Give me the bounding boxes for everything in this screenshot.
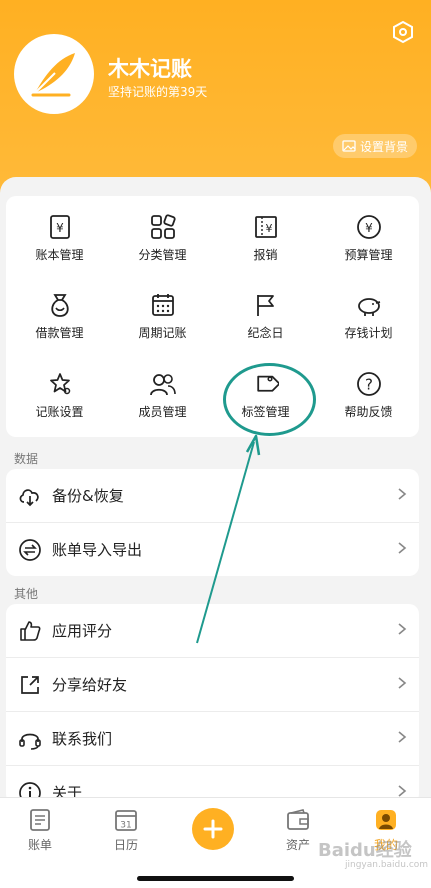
watermark: Baidu经验	[318, 840, 412, 861]
calendar-day: 31	[120, 821, 131, 831]
grid-label: 存钱计划	[344, 326, 393, 340]
feature-grid: ¥ 账本管理 分类管理 ¥ 报销 ¥ 预算管理 借款管理 周期记账 纪念日 存钱…	[6, 196, 419, 437]
ledger-icon: ¥	[49, 215, 70, 239]
tab-label: 账单	[27, 838, 52, 852]
grid-label: 帮助反馈	[344, 405, 393, 419]
list-item-backup[interactable]: 备份&恢复	[6, 469, 419, 523]
list-item-label: 联系我们	[52, 730, 113, 748]
image-icon	[342, 140, 356, 152]
add-record-button[interactable]	[192, 808, 234, 850]
svg-text:¥: ¥	[365, 221, 373, 235]
reimburse-icon: ¥	[254, 216, 277, 238]
highlight-circle	[223, 363, 316, 436]
streak-subtitle: 坚持记账的第39天	[108, 85, 208, 99]
list-item-share[interactable]: 分享给好友	[6, 658, 419, 712]
share-icon	[21, 675, 39, 694]
plus-icon	[203, 819, 223, 839]
flag-icon	[256, 295, 274, 316]
section-label-other: 其他	[14, 587, 39, 601]
user-icon	[376, 810, 396, 830]
grid-label: 纪念日	[247, 326, 284, 340]
grid-item-category[interactable]: 分类管理	[111, 214, 214, 286]
tab-bills[interactable]: 账单	[10, 808, 70, 853]
grid-item-record-settings[interactable]: 记账设置	[8, 371, 111, 443]
list-item-label: 备份&恢复	[52, 487, 124, 505]
wallet-icon	[287, 809, 309, 830]
tab-calendar[interactable]: 31 日历	[96, 808, 156, 853]
settings-hexagon-icon[interactable]	[391, 20, 415, 44]
avatar[interactable]	[14, 34, 94, 114]
chevron-right-icon	[398, 677, 407, 689]
grid-item-reimburse[interactable]: ¥ 报销	[214, 214, 317, 286]
grid-item-anniversary[interactable]: 纪念日	[214, 292, 317, 364]
chevron-right-icon	[398, 488, 407, 500]
grid-label: 记账设置	[35, 405, 84, 419]
grid-label: 成员管理	[138, 405, 187, 419]
grid-label: 报销	[253, 248, 278, 262]
set-background-label: 设置背景	[359, 139, 408, 154]
category-icon	[150, 214, 176, 239]
grid-item-help[interactable]: ? 帮助反馈	[317, 371, 420, 443]
loan-bag-icon	[50, 294, 69, 317]
grid-item-loan[interactable]: 借款管理	[8, 292, 111, 364]
budget-icon: ¥	[356, 215, 381, 239]
data-list: 备份&恢复 账单导入导出	[6, 469, 419, 576]
svg-text:?: ?	[365, 376, 373, 394]
list-item-rating[interactable]: 应用评分	[6, 604, 419, 658]
list-item-contact[interactable]: 联系我们	[6, 712, 419, 766]
grid-label: 预算管理	[344, 248, 393, 262]
star-settings-icon	[49, 373, 70, 395]
set-background-button[interactable]: 设置背景	[333, 134, 417, 158]
watermark-url: jingyan.baidu.com	[345, 860, 429, 870]
tab-label: 资产	[285, 838, 310, 852]
feather-logo-icon	[31, 53, 75, 97]
grid-item-saving[interactable]: 存钱计划	[317, 292, 420, 364]
list-item-label: 应用评分	[52, 622, 113, 640]
grid-label: 分类管理	[138, 248, 187, 262]
chevron-right-icon	[398, 785, 407, 797]
grid-label: 借款管理	[35, 326, 84, 340]
svg-text:¥: ¥	[56, 221, 64, 235]
section-label-data: 数据	[14, 452, 39, 466]
bill-icon	[30, 809, 50, 831]
grid-label: 周期记账	[138, 326, 187, 340]
list-item-label: 分享给好友	[52, 676, 128, 694]
grid-label: 账本管理	[35, 248, 84, 262]
tab-label: 日历	[113, 838, 138, 852]
other-list: 应用评分 分享给好友 联系我们 关于	[6, 604, 419, 804]
home-indicator	[137, 876, 294, 881]
chevron-right-icon	[398, 731, 407, 743]
cloud-sync-icon	[19, 488, 39, 506]
thumbs-up-icon	[20, 620, 41, 641]
app-title: 木木记账	[108, 57, 192, 81]
grid-item-periodic[interactable]: 周期记账	[111, 292, 214, 364]
chevron-right-icon	[398, 623, 407, 635]
calendar-grid-icon	[151, 294, 174, 316]
headset-icon	[19, 733, 41, 750]
members-icon	[149, 374, 176, 396]
calendar-icon: 31	[115, 810, 137, 831]
grid-item-members[interactable]: 成员管理	[111, 371, 214, 443]
grid-item-ledger[interactable]: ¥ 账本管理	[8, 214, 111, 286]
svg-text:¥: ¥	[265, 222, 272, 235]
piggy-bank-icon	[357, 298, 380, 316]
grid-item-budget[interactable]: ¥ 预算管理	[317, 214, 420, 286]
import-export-icon	[19, 538, 41, 561]
list-item-label: 账单导入导出	[52, 541, 143, 559]
list-item-import-export[interactable]: 账单导入导出	[6, 523, 419, 576]
chevron-right-icon	[398, 542, 407, 554]
help-icon: ?	[356, 372, 381, 396]
